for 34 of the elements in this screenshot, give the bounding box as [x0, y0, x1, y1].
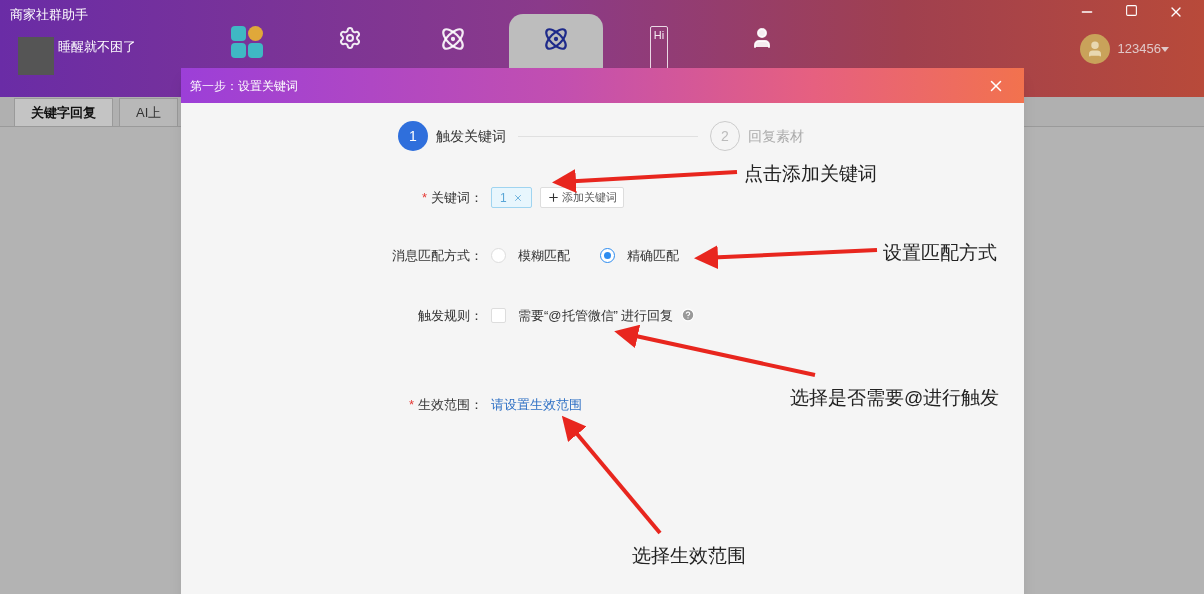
atom-icon — [440, 26, 466, 52]
annotation-text: 选择生效范围 — [632, 544, 746, 568]
step-label: 回复素材 — [748, 126, 804, 146]
field-label: 消息匹配方式： — [392, 247, 483, 265]
required-mark: * — [408, 396, 414, 414]
checkbox[interactable] — [491, 307, 506, 323]
field-label: 触发规则： — [418, 306, 483, 325]
dialog-title: 第一步：设置关键词 — [190, 77, 298, 95]
maximize-icon[interactable] — [1125, 4, 1138, 17]
rule-text: 需要“@托管微信” 进行回复 — [518, 306, 674, 325]
add-keyword-button[interactable]: 添加关键词 — [539, 187, 624, 208]
step-label: 触发关键词 — [436, 126, 506, 146]
radio-option[interactable]: 精确匹配 — [600, 246, 679, 266]
avatar-placeholder — [18, 36, 54, 75]
field-label: 关键词： — [431, 188, 483, 207]
radio-option[interactable]: 模糊匹配 — [491, 246, 570, 266]
field-label: 生效范围： — [418, 396, 483, 414]
help-icon[interactable] — [681, 308, 696, 323]
keyword-tag: 1 — [491, 187, 532, 208]
annotation-text: 选择是否需要@进行触发 — [790, 386, 1000, 410]
user-avatar — [1079, 34, 1110, 64]
profile-name: 睡醒就不困了 — [58, 37, 136, 56]
app-title: 商家社群助手 — [10, 6, 89, 24]
plus-icon — [546, 191, 560, 204]
annotation-text: 设置匹配方式 — [883, 241, 997, 265]
apps-grid-icon — [231, 26, 263, 58]
tab[interactable]: AI上 — [119, 98, 179, 126]
tab[interactable]: 关键字回复 — [14, 98, 113, 126]
atom-icon — [543, 26, 569, 52]
set-scope-link[interactable]: 请设置生效范围 — [491, 395, 582, 415]
settings-icon — [338, 26, 362, 50]
required-mark: * — [421, 188, 427, 207]
step-number: 1 — [398, 121, 428, 151]
annotation-text: 点击添加关键词 — [744, 162, 877, 186]
